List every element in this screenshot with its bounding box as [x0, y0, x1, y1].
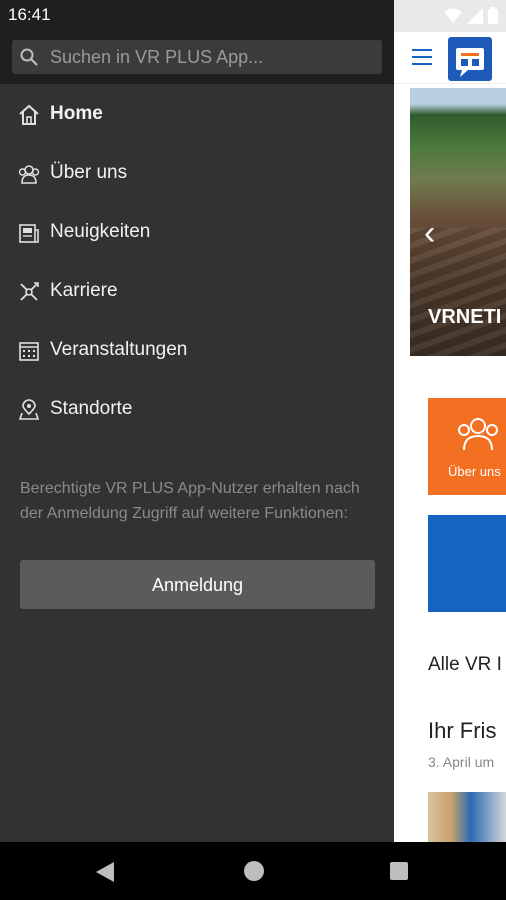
article-date: 3. April um — [428, 754, 495, 770]
people-icon — [458, 418, 498, 451]
nav-item-label: Über uns — [50, 162, 128, 183]
nav-item-standorte[interactable]: Standorte — [0, 380, 394, 439]
navigation-drawer: 16:41 Home Über uns — [0, 0, 394, 842]
recent-apps-icon[interactable] — [390, 862, 408, 880]
nav-item-label: Veranstaltungen — [50, 339, 188, 360]
search-box[interactable] — [12, 40, 382, 74]
calendar-icon — [19, 342, 39, 361]
home-button-icon[interactable] — [244, 861, 264, 881]
chevron-left-icon[interactable]: ‹ — [424, 216, 435, 250]
signal-icon — [467, 7, 483, 24]
tile-label: Über uns — [448, 464, 501, 479]
hero-title: VRNETI — [428, 306, 502, 328]
nav-item-veranstaltungen[interactable]: Veranstaltungen — [0, 321, 394, 380]
article-title[interactable]: Ihr Fris — [428, 718, 496, 744]
menu-icon[interactable] — [412, 49, 432, 65]
status-time: 16:41 — [8, 5, 51, 24]
nav-item-label: Neuigkeiten — [50, 221, 151, 242]
status-icons — [444, 7, 498, 24]
bank-logo — [448, 37, 492, 81]
search-bar — [0, 32, 394, 84]
nav-item-ueber-uns[interactable]: Über uns — [0, 144, 394, 203]
back-icon[interactable] — [96, 862, 114, 882]
nav-item-label: Karriere — [50, 280, 118, 301]
nav-item-neuigkeiten[interactable]: Neuigkeiten — [0, 203, 394, 262]
drawer-nav-list: Home Über uns Neuigkeiten Karriere Veran… — [0, 85, 394, 439]
nav-item-home[interactable]: Home — [0, 85, 394, 144]
nav-item-karriere[interactable]: Karriere — [0, 262, 394, 321]
about-tile[interactable]: Über uns — [428, 398, 506, 495]
section-title: Alle VR I — [428, 654, 502, 675]
search-icon — [20, 48, 38, 66]
news-icon — [19, 224, 39, 243]
battery-icon — [488, 7, 498, 24]
app-toolbar — [394, 32, 506, 84]
hero-banner[interactable]: ‹ VRNETI — [410, 88, 506, 356]
location-icon — [18, 399, 40, 420]
drawer-status-bar: 16:41 — [0, 0, 394, 32]
career-icon — [20, 282, 39, 301]
nav-item-label: Standorte — [50, 398, 133, 419]
login-info-text: Berechtigte VR PLUS App-Nutzer erhalten … — [20, 480, 360, 522]
search-input[interactable] — [48, 40, 378, 74]
login-button[interactable]: Anmeldung — [20, 560, 375, 609]
article-thumbnail[interactable] — [428, 792, 506, 842]
home-icon — [19, 104, 39, 125]
nav-item-label: Home — [50, 103, 103, 124]
people-icon — [18, 165, 40, 184]
system-navigation-bar — [0, 842, 506, 900]
blue-tile[interactable] — [428, 515, 506, 612]
wifi-icon — [444, 8, 462, 23]
